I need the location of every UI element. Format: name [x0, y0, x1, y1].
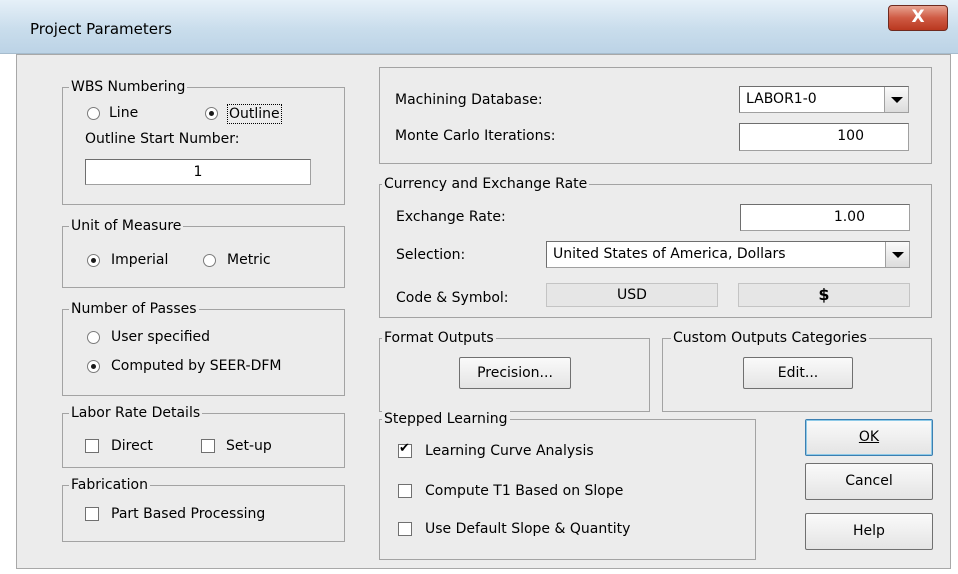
- learning-curve-checkbox[interactable]: [398, 441, 412, 458]
- monte-carlo-iterations-label: Monte Carlo Iterations:: [395, 128, 556, 144]
- project-parameters-dialog: Project Parameters X WBS Numbering Line …: [0, 0, 958, 574]
- user-specified-radio[interactable]: [87, 331, 100, 344]
- wbs-numbering-group: WBS Numbering Line Outline Outline Start…: [62, 78, 345, 205]
- metric-radio[interactable]: [203, 254, 216, 267]
- computed-by-seer-label[interactable]: Computed by SEER-DFM: [111, 357, 282, 375]
- stepped-learning-group: Stepped Learning Learning Curve Analysis…: [379, 410, 756, 560]
- labor-rate-details-group: Labor Rate Details Direct Set-up: [62, 404, 345, 468]
- currency-symbol-field: $: [738, 283, 910, 307]
- monte-carlo-iterations-input[interactable]: 100: [739, 123, 909, 151]
- title-bar[interactable]: Project Parameters X: [0, 0, 958, 54]
- custom-outputs-legend: Custom Outputs Categories: [671, 329, 869, 347]
- edit-categories-button[interactable]: Edit...: [743, 357, 853, 389]
- outline-start-number-input[interactable]: 1: [85, 159, 311, 185]
- default-slope-checkbox[interactable]: [398, 522, 412, 536]
- cancel-button-label: Cancel: [845, 473, 893, 489]
- unit-of-measure-group: Unit of Measure Imperial Metric: [62, 217, 345, 288]
- part-based-processing-checkbox[interactable]: [85, 507, 99, 521]
- currency-selection-value: United States of America, Dollars: [553, 246, 786, 262]
- wbs-numbering-legend: WBS Numbering: [69, 78, 188, 96]
- labor-rate-details-legend: Labor Rate Details: [69, 404, 203, 422]
- user-specified-label[interactable]: User specified: [111, 328, 210, 346]
- exchange-rate-input[interactable]: 1.00: [740, 204, 910, 231]
- part-based-processing-label[interactable]: Part Based Processing: [111, 505, 265, 523]
- outline-start-number-label: Outline Start Number:: [85, 131, 240, 147]
- currency-code-field: USD: [546, 283, 718, 307]
- compute-t1-checkbox[interactable]: [398, 484, 412, 498]
- window-title: Project Parameters: [30, 20, 172, 38]
- number-of-passes-group: Number of Passes User specified Computed…: [62, 300, 345, 396]
- machining-panel: Machining Database: LABOR1-0 Monte Carlo…: [379, 67, 932, 164]
- format-outputs-legend: Format Outputs: [382, 329, 496, 347]
- compute-t1-label[interactable]: Compute T1 Based on Slope: [425, 482, 623, 500]
- direct-label[interactable]: Direct: [111, 437, 153, 455]
- ok-button-label: OK: [858, 429, 880, 445]
- fabrication-group: Fabrication Part Based Processing: [62, 476, 345, 542]
- number-of-passes-legend: Number of Passes: [69, 300, 199, 318]
- currency-legend: Currency and Exchange Rate: [382, 175, 590, 193]
- stepped-learning-legend: Stepped Learning: [382, 410, 510, 428]
- currency-group: Currency and Exchange Rate Exchange Rate…: [379, 175, 932, 318]
- direct-checkbox[interactable]: [85, 439, 99, 453]
- selection-label: Selection:: [396, 247, 466, 263]
- imperial-label[interactable]: Imperial: [111, 251, 168, 269]
- wbs-outline-label[interactable]: Outline: [227, 104, 282, 124]
- chevron-down-icon[interactable]: [884, 87, 908, 112]
- close-icon: X: [911, 7, 925, 27]
- dialog-body: WBS Numbering Line Outline Outline Start…: [16, 54, 951, 569]
- wbs-line-label[interactable]: Line: [109, 104, 138, 122]
- format-outputs-group: Format Outputs Precision...: [379, 329, 650, 412]
- fabrication-legend: Fabrication: [69, 476, 150, 494]
- machining-database-label: Machining Database:: [395, 92, 543, 108]
- wbs-numbering-legend-text: WBS Numbering: [71, 79, 186, 95]
- unit-of-measure-legend: Unit of Measure: [69, 217, 184, 235]
- custom-outputs-group: Custom Outputs Categories Edit...: [662, 329, 932, 412]
- currency-selection-select[interactable]: United States of America, Dollars: [546, 241, 910, 268]
- close-button[interactable]: X: [888, 5, 948, 31]
- chevron-down-icon[interactable]: [885, 242, 909, 267]
- metric-label[interactable]: Metric: [227, 251, 271, 269]
- code-symbol-label: Code & Symbol:: [396, 290, 509, 306]
- precision-button[interactable]: Precision...: [459, 357, 571, 389]
- setup-label[interactable]: Set-up: [226, 437, 272, 455]
- machining-database-select[interactable]: LABOR1-0: [739, 86, 909, 113]
- exchange-rate-label: Exchange Rate:: [396, 209, 506, 225]
- computed-by-seer-radio[interactable]: [87, 360, 100, 373]
- help-button[interactable]: Help: [805, 513, 933, 550]
- wbs-outline-radio[interactable]: [205, 107, 218, 120]
- ok-button[interactable]: OK: [805, 419, 933, 456]
- cancel-button[interactable]: Cancel: [805, 463, 933, 500]
- learning-curve-label[interactable]: Learning Curve Analysis: [425, 442, 594, 460]
- wbs-line-radio[interactable]: [87, 107, 100, 120]
- imperial-radio[interactable]: [87, 254, 100, 267]
- machining-database-value: LABOR1-0: [746, 91, 817, 107]
- help-button-label: Help: [853, 523, 885, 539]
- setup-checkbox[interactable]: [201, 439, 215, 453]
- default-slope-label[interactable]: Use Default Slope & Quantity: [425, 520, 630, 538]
